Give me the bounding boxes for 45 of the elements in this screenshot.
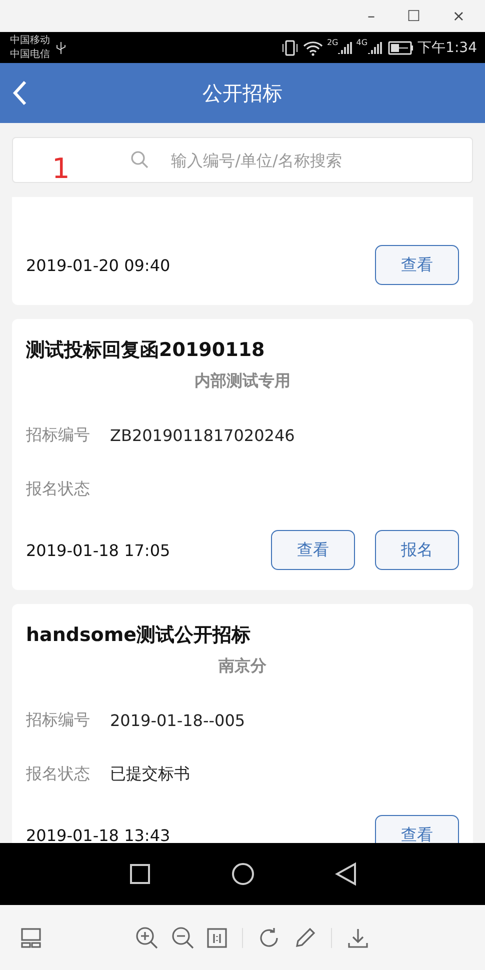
search-icon: [130, 150, 150, 170]
layout-icon[interactable]: [20, 926, 42, 948]
battery-icon: [388, 40, 414, 54]
field-label: 报名状态: [26, 764, 90, 784]
clock-time: 下午1:34: [418, 38, 477, 56]
wifi-icon: [302, 40, 323, 56]
window-control-button[interactable]: –: [361, 7, 381, 25]
tender-subtitle: 内部测试专用: [194, 371, 290, 392]
tender-title: handsome测试公开招标: [26, 623, 252, 648]
field-label: 报名状态: [26, 478, 90, 500]
action-button[interactable]: 报名: [375, 530, 459, 570]
window-control-button[interactable]: ×: [446, 7, 471, 25]
page-title: 公开招标: [202, 80, 282, 106]
recent-apps-icon[interactable]: [128, 863, 150, 885]
home-icon[interactable]: [230, 862, 254, 886]
window-control-button[interactable]: ☐: [400, 7, 426, 25]
tender-subtitle: 南京分: [218, 656, 266, 677]
network-type-label: 2G: [326, 38, 338, 47]
actual-size-icon[interactable]: [206, 926, 228, 948]
zoom-in-icon[interactable]: [134, 924, 160, 950]
signal-icon: [338, 40, 352, 54]
annotation-number: 1: [52, 152, 70, 185]
network-type-label: 4G: [356, 38, 368, 47]
carrier-name: 中国电信: [10, 48, 50, 62]
field-value: ZB2019011817020246: [110, 426, 295, 444]
vibrate-icon: [280, 40, 299, 56]
action-button[interactable]: 查看: [271, 530, 355, 570]
field-label: 招标编号: [26, 710, 90, 730]
tender-title: 测试投标回复函20190118: [26, 338, 266, 363]
signal-icon: [368, 40, 382, 54]
action-button[interactable]: 查看: [375, 815, 459, 843]
usb-icon: [56, 40, 66, 54]
back-button[interactable]: [12, 80, 28, 106]
action-button[interactable]: 查看: [375, 245, 459, 285]
tender-date: 2019-01-20 09:40: [26, 256, 172, 274]
back-icon[interactable]: [334, 862, 356, 886]
tender-date: 2019-01-18 13:43: [26, 826, 172, 843]
field-label: 招标编号: [26, 424, 90, 446]
field-value: 2019-01-18--005: [110, 710, 246, 730]
field-value: 已提交标书: [110, 764, 190, 784]
zoom-out-icon[interactable]: [170, 924, 196, 950]
carrier-name: 中国移动: [10, 34, 50, 48]
rotate-icon[interactable]: [257, 926, 281, 950]
pencil-icon[interactable]: [293, 926, 317, 950]
tender-date: 2019-01-18 17:05: [26, 540, 172, 560]
